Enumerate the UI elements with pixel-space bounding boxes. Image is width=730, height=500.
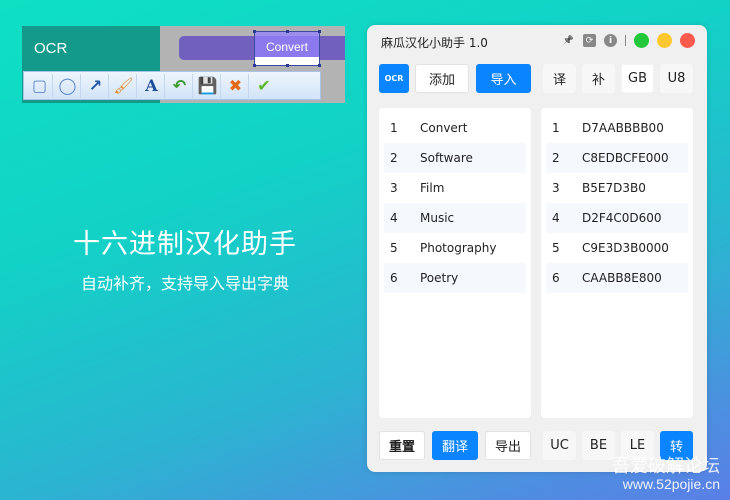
yellow-button[interactable] xyxy=(657,33,672,48)
hex-output-list[interactable]: 1 D7AABBBB00 2 C8EDBCFE000 3 B5E7D3B0 4 D2F4… xyxy=(541,108,693,418)
promo-headline: 十六进制汉化助手 xyxy=(73,229,297,260)
source-text-list[interactable]: 1 Convert 2 Software 3 Film 4 Music 5 Photogr… xyxy=(379,108,531,418)
save-icon[interactable]: 💾 xyxy=(195,73,221,98)
list-item[interactable]: 1 D7AABBBB00 xyxy=(546,113,688,143)
brush-icon[interactable]: 🖌 xyxy=(111,73,137,98)
list-item[interactable]: 3 B5E7D3B0 xyxy=(546,173,688,203)
ocr-preview: OCR Convert ▢ ◯ ↗ 🖌 A ↶ 💾 ✖ ✔ xyxy=(22,26,345,103)
list-item[interactable]: 4 Music xyxy=(384,203,526,233)
text-icon[interactable]: A xyxy=(139,73,165,98)
app-window: 麻瓜汉化小助手 1.0 📌 ⟳ i OCR 添加 导入 译 补 GB U8 1C… xyxy=(367,25,707,472)
reset-button[interactable]: 重置 xyxy=(379,431,425,460)
list-item[interactable]: 5 Photography xyxy=(384,233,526,263)
list-item[interactable]: 2 Software xyxy=(384,143,526,173)
undo-icon[interactable]: ↶ xyxy=(167,73,193,98)
title-separator xyxy=(625,35,626,46)
pin-icon[interactable]: 📌 xyxy=(562,34,575,47)
list-item[interactable]: 1 Convert xyxy=(384,113,526,143)
ocr-selection-box[interactable]: Convert xyxy=(253,30,321,67)
add-button[interactable]: 添加 xyxy=(415,64,469,93)
arrow-icon[interactable]: ↗ xyxy=(83,73,109,98)
rectangle-icon[interactable]: ▢ xyxy=(27,73,53,98)
be-button[interactable]: BE xyxy=(582,431,615,460)
list-item[interactable]: 6 CAABB8E800 xyxy=(546,263,688,293)
ocr-selection-text: Convert xyxy=(265,40,309,54)
ellipse-icon[interactable]: ◯ xyxy=(55,73,81,98)
translate-char-button[interactable]: 译 xyxy=(543,64,576,93)
promo-subline: 自动补齐，支持导入导出字典 xyxy=(80,274,289,293)
refresh-icon[interactable]: ⟳ xyxy=(583,34,596,47)
list-item[interactable]: 3 Film xyxy=(384,173,526,203)
pad-button[interactable]: 补 xyxy=(582,64,615,93)
list-item[interactable]: 6 Poetry xyxy=(384,263,526,293)
ocr-toolbar: ▢ ◯ ↗ 🖌 A ↶ 💾 ✖ ✔ xyxy=(23,71,321,100)
list-item[interactable]: 5 C9E3D3B0000 xyxy=(546,233,688,263)
translate-button[interactable]: 翻译 xyxy=(432,431,478,460)
window-title: 麻瓜汉化小助手 1.0 xyxy=(381,36,488,50)
u8-button[interactable]: U8 xyxy=(660,64,693,93)
import-button[interactable]: 导入 xyxy=(476,64,531,93)
watermark-url: www.52pojie.cn xyxy=(622,476,720,492)
confirm-icon[interactable]: ✔ xyxy=(251,74,277,98)
export-button[interactable]: 导出 xyxy=(485,431,531,460)
ocr-label: OCR xyxy=(34,40,68,57)
ocr-button[interactable]: OCR xyxy=(379,64,409,93)
list-item[interactable]: 2 C8EDBCFE000 xyxy=(546,143,688,173)
watermark-title: 吾爱破解论坛 xyxy=(612,456,720,477)
gb-button[interactable]: GB xyxy=(621,64,654,93)
info-icon[interactable]: i xyxy=(604,34,617,47)
cancel-icon[interactable]: ✖ xyxy=(223,73,249,98)
close-button[interactable] xyxy=(680,33,695,48)
uc-button[interactable]: UC xyxy=(543,431,576,460)
green-button[interactable] xyxy=(634,33,649,48)
list-item[interactable]: 4 D2F4C0D600 xyxy=(546,203,688,233)
title-bar-controls: 📌 ⟳ i xyxy=(562,33,695,48)
